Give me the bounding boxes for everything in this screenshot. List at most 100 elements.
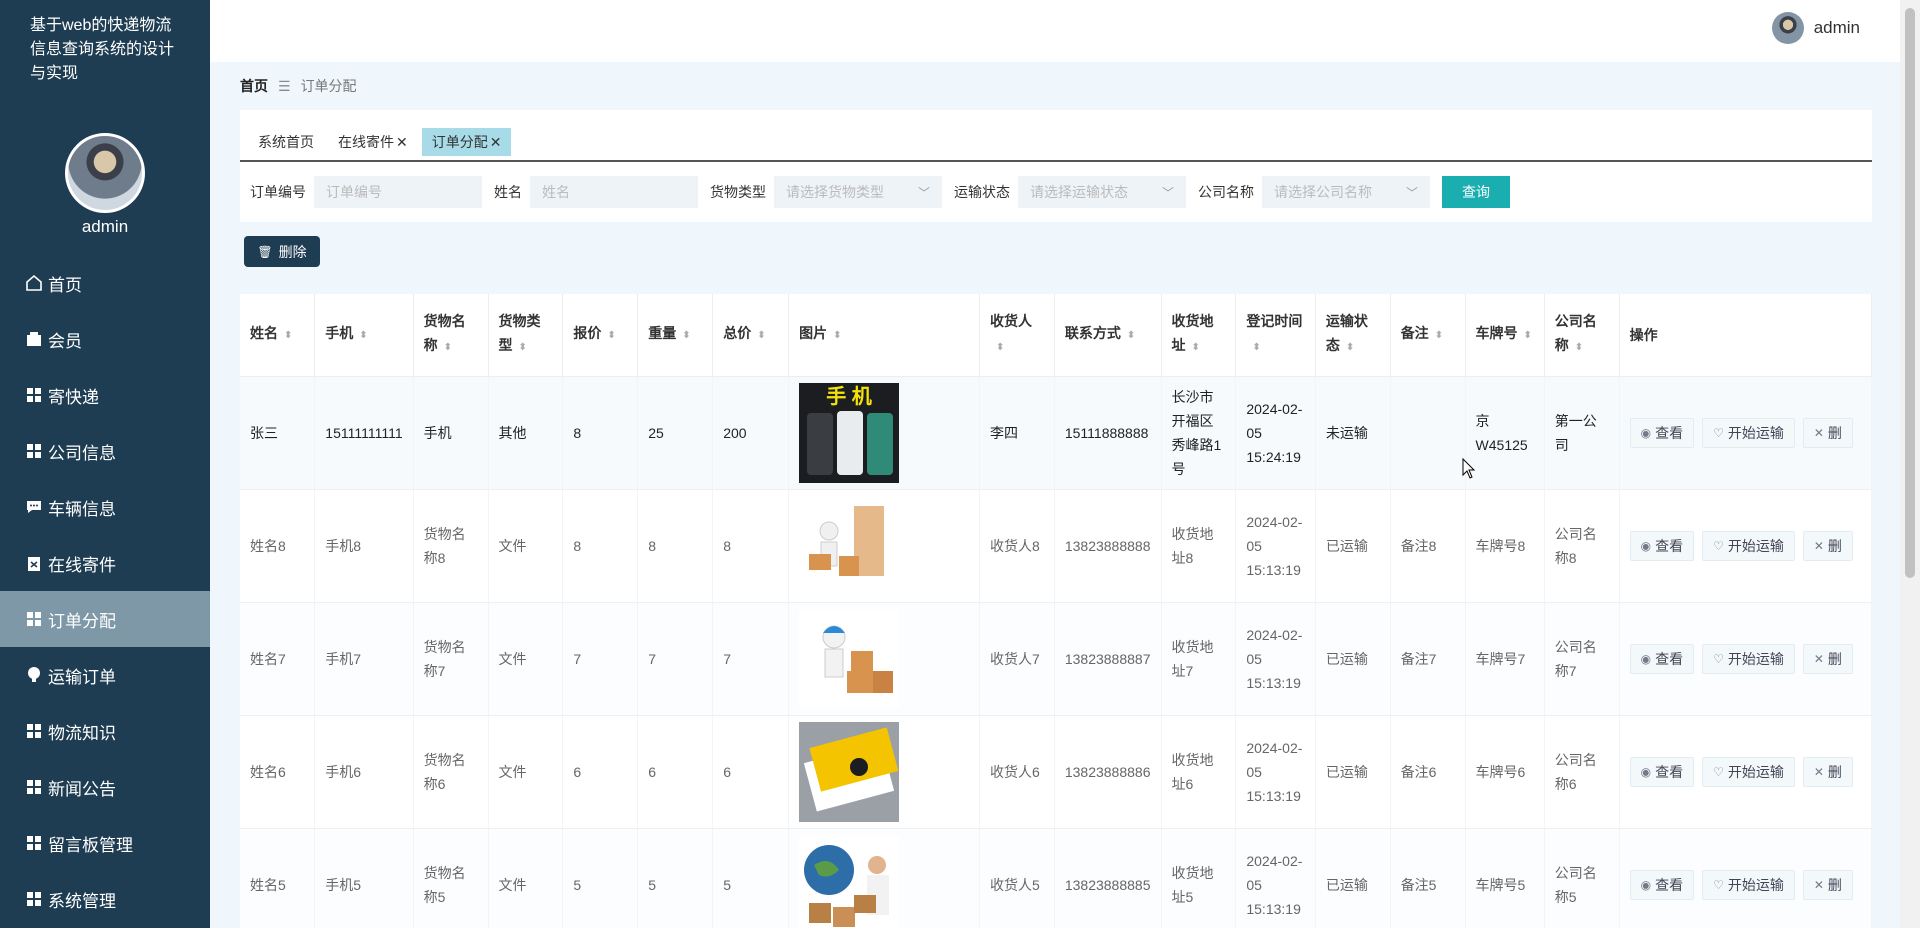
sidebar-item[interactable]: 首页	[0, 255, 210, 311]
sidebar-item[interactable]: 订单分配	[0, 591, 210, 647]
scrollbar-thumb[interactable]	[1905, 8, 1915, 578]
status-select[interactable]: 请选择运输状态 ﹀	[1018, 176, 1186, 208]
column-header[interactable]: 收货人 ⬍	[979, 294, 1055, 377]
view-button[interactable]: ◉ 查看	[1629, 869, 1695, 900]
sort-icon[interactable]: ⬍	[607, 324, 615, 348]
sort-icon[interactable]: ⬍	[833, 324, 841, 348]
table-cell: 收货人6	[979, 715, 1055, 829]
table-cell: 7	[712, 602, 790, 716]
product-image[interactable]: 手 机	[799, 382, 900, 483]
table-row[interactable]: 姓名5 手机5 货物名称5 文件 5 5 5 收货人5 13823888885 收货地址5 2024…	[240, 828, 1872, 928]
sort-icon[interactable]: ⬍	[1435, 324, 1443, 348]
sidebar-item[interactable]: 留言板管理	[0, 815, 210, 871]
delete-row-button[interactable]: ✕ 删	[1802, 530, 1853, 561]
avatar[interactable]	[65, 133, 145, 213]
sort-icon[interactable]: ⬍	[444, 336, 452, 360]
sidebar-item[interactable]: 系统管理	[0, 871, 210, 927]
sidebar-item[interactable]: 在线寄件	[0, 535, 210, 591]
user-avatar[interactable]	[1771, 12, 1804, 44]
sort-icon[interactable]: ⬍	[996, 336, 1004, 360]
table-cell: 姓名7	[240, 602, 316, 716]
sort-icon[interactable]: ⬍	[757, 324, 765, 348]
sidebar-item[interactable]: 物流知识	[0, 703, 210, 759]
view-button[interactable]: ◉ 查看	[1629, 530, 1695, 561]
table-row[interactable]: 张三 15111111111 手机 其他 8 25 200 手 机 李四 15111888888 长…	[240, 376, 1872, 490]
sidebar-item[interactable]: 寄快递	[0, 367, 210, 423]
column-header[interactable]: 备注 ⬍	[1390, 294, 1466, 377]
table-cell: 收货地址5	[1161, 828, 1237, 928]
delete-button[interactable]: 🗑 删除	[244, 236, 320, 267]
start-transport-button[interactable]: ♡ 开始运输	[1702, 869, 1795, 900]
sort-icon[interactable]: ⬍	[1127, 324, 1135, 348]
column-header[interactable]: 货物名称 ⬍	[413, 294, 489, 377]
view-button[interactable]: ◉ 查看	[1629, 643, 1695, 674]
column-header[interactable]: 图片 ⬍	[788, 294, 980, 377]
sidebar-item[interactable]: 会员	[0, 311, 210, 367]
start-transport-button[interactable]: ♡ 开始运输	[1702, 530, 1795, 561]
sort-icon[interactable]: ⬍	[1252, 336, 1260, 360]
column-header[interactable]: 重量 ⬍	[637, 294, 714, 377]
table-row[interactable]: 姓名7 手机7 货物名称7 文件 7 7 7 收货人7 13823888887 收货地址7 2024…	[240, 602, 1872, 716]
table-cell: 已运输	[1315, 828, 1391, 928]
company-select[interactable]: 请选择公司名称 ﹀	[1262, 176, 1430, 208]
delivery-image[interactable]	[799, 834, 900, 928]
sort-icon[interactable]: ⬍	[1575, 336, 1583, 360]
column-header[interactable]: 车牌号 ⬍	[1465, 294, 1545, 377]
sidebar-item[interactable]: 公司信息	[0, 423, 210, 479]
sort-icon[interactable]: ⬍	[359, 324, 367, 348]
query-button[interactable]: 查询	[1442, 176, 1510, 208]
column-header[interactable]: 手机 ⬍	[314, 294, 414, 377]
delivery-image[interactable]	[799, 608, 900, 709]
sort-icon[interactable]: ⬍	[519, 336, 527, 360]
tab-online-send[interactable]: 在线寄件 ✕	[328, 128, 418, 156]
page-scrollbar[interactable]	[1900, 0, 1920, 928]
delete-row-button[interactable]: ✕ 删	[1802, 756, 1853, 787]
tab-order-assign[interactable]: 订单分配 ✕	[421, 128, 512, 156]
sort-icon[interactable]: ⬍	[1192, 336, 1200, 360]
delete-row-button[interactable]: ✕ 删	[1802, 869, 1853, 900]
sidebar-item[interactable]: 车辆信息	[0, 479, 210, 535]
close-icon[interactable]: ✕	[396, 134, 408, 150]
close-icon[interactable]: ✕	[490, 134, 502, 150]
delete-row-button[interactable]: ✕ 删	[1802, 643, 1853, 674]
grid-icon	[24, 777, 44, 797]
column-header[interactable]: 运输状态 ⬍	[1315, 294, 1391, 377]
table-cell: 收货人8	[979, 489, 1055, 603]
column-header[interactable]: 公司名称 ⬍	[1544, 294, 1620, 377]
start-transport-button[interactable]: ♡ 开始运输	[1702, 643, 1795, 674]
table-row[interactable]: 姓名8 手机8 货物名称8 文件 8 8 8 收货人8 13823888888 收货地址8 2024…	[240, 489, 1872, 603]
column-header[interactable]: 收货地址 ⬍	[1161, 294, 1237, 377]
grid-icon	[24, 385, 44, 405]
column-header[interactable]: 货物类型 ⬍	[488, 294, 564, 377]
delete-row-button[interactable]: ✕ 删	[1802, 417, 1853, 448]
close-icon: ✕	[1813, 651, 1824, 666]
column-header[interactable]: 联系方式 ⬍	[1054, 294, 1162, 377]
table-row[interactable]: 姓名6 手机6 货物名称6 文件 6 6 6 收货人6 13823888886 收货地址6 2024…	[240, 715, 1872, 829]
sidebar-item[interactable]: 运输订单	[0, 647, 210, 703]
sort-icon[interactable]: ⬍	[1524, 324, 1532, 348]
breadcrumb-home[interactable]: 首页	[240, 76, 268, 96]
column-header[interactable]: 报价 ⬍	[562, 294, 639, 377]
column-header[interactable]: 操作	[1619, 294, 1872, 377]
card-image[interactable]	[799, 721, 900, 822]
topbar-username[interactable]: admin	[1814, 18, 1860, 38]
table-cell: 2024-02-05 15:13:19	[1235, 489, 1316, 603]
order-no-input[interactable]: 订单编号	[314, 176, 482, 208]
sort-icon[interactable]: ⬍	[284, 324, 292, 348]
column-header[interactable]: 姓名 ⬍	[240, 294, 316, 377]
sidebar-item[interactable]: 新闻公告	[0, 759, 210, 815]
sort-icon[interactable]: ⬍	[682, 324, 690, 348]
view-button[interactable]: ◉ 查看	[1629, 417, 1695, 448]
start-transport-button[interactable]: ♡ 开始运输	[1702, 756, 1795, 787]
goods-type-select[interactable]: 请选择货物类型 ﹀	[774, 176, 942, 208]
view-button[interactable]: ◉ 查看	[1629, 756, 1695, 787]
sort-icon[interactable]: ⬍	[1346, 336, 1354, 360]
image-cell	[788, 489, 980, 603]
column-header[interactable]: 总价 ⬍	[712, 294, 790, 377]
delivery-image[interactable]	[799, 495, 900, 596]
tab-home[interactable]: 系统首页	[248, 128, 324, 156]
user-menu[interactable]: admin	[1771, 12, 1860, 44]
name-input[interactable]: 姓名	[530, 176, 698, 208]
column-header[interactable]: 登记时间 ⬍	[1235, 294, 1316, 377]
start-transport-button[interactable]: ♡ 开始运输	[1702, 417, 1795, 448]
